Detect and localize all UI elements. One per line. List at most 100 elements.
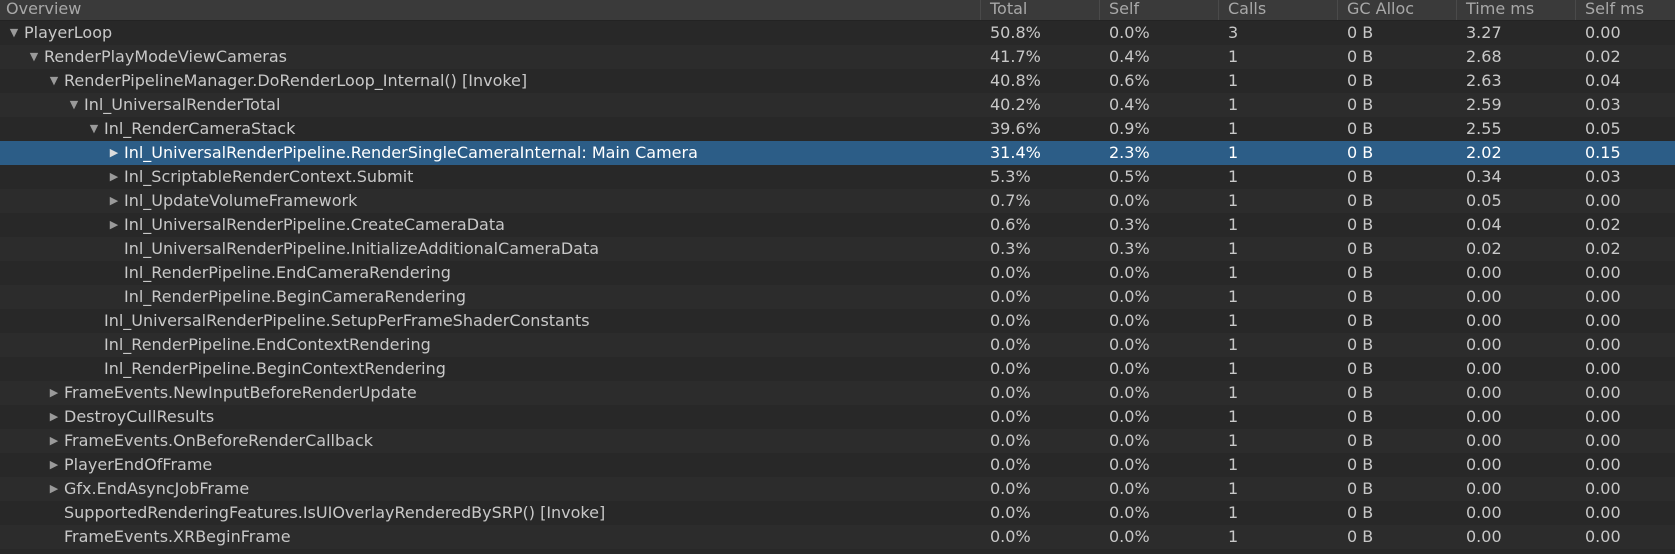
- row-label: Inl_UniversalRenderPipeline.RenderSingle…: [124, 143, 698, 162]
- table-row[interactable]: ▶ PlayerEndOfFrame 0.0% 0.0% 1 0 B 0.00 0.00: [0, 453, 1675, 477]
- table-row[interactable]: ▶Inl_UniversalRenderPipeline.SetupPerFra…: [0, 309, 1675, 333]
- self-ms-cell: 0.04: [1585, 71, 1621, 90]
- column-self-ms[interactable]: Self ms: [1575, 0, 1675, 20]
- table-row[interactable]: ▶ Inl_UniversalRenderPipeline.CreateCamer…: [0, 213, 1675, 237]
- column-overview[interactable]: Overview: [0, 0, 980, 20]
- column-gc-alloc-label: GC Alloc: [1347, 0, 1415, 18]
- table-row[interactable]: ▼ RenderPipelineManager.DoRenderLoop_Inte…: [0, 69, 1675, 93]
- table-row[interactable]: ▶ FrameEvents.OnBeforeRenderCallback 0.0% 0…: [0, 429, 1675, 453]
- calls-cell: 1: [1228, 215, 1239, 234]
- triangle-right-icon[interactable]: ▶: [104, 141, 124, 165]
- total-cell: 0.0%: [990, 527, 1031, 546]
- table-row[interactable]: ▶ Inl_UniversalRenderPipeline.RenderSingl…: [0, 141, 1675, 165]
- gc-alloc-cell: 0 B: [1347, 527, 1374, 546]
- time-ms-cell: 2.02: [1466, 143, 1502, 162]
- table-row[interactable]: ▶ Inl_UpdateVolumeFramework 0.7% 0.0% 1 0 B 0.…: [0, 189, 1675, 213]
- gc-alloc-cell: 0 B: [1347, 23, 1374, 42]
- time-ms-cell: 0.00: [1466, 287, 1502, 306]
- self-ms-cell: 0.03: [1585, 167, 1621, 186]
- triangle-down-icon[interactable]: ▼: [4, 21, 24, 45]
- self-ms-cell: 0.00: [1585, 23, 1621, 42]
- gc-alloc-cell: 0 B: [1347, 311, 1374, 330]
- time-ms-cell: 0.00: [1466, 407, 1502, 426]
- column-gc-alloc[interactable]: GC Alloc: [1337, 0, 1456, 20]
- gc-alloc-cell: 0 B: [1347, 455, 1374, 474]
- calls-cell: 1: [1228, 431, 1239, 450]
- total-cell: 0.0%: [990, 311, 1031, 330]
- column-time-ms[interactable]: Time ms: [1456, 0, 1575, 20]
- triangle-right-icon[interactable]: ▶: [44, 405, 64, 429]
- self-cell: 0.4%: [1109, 95, 1150, 114]
- row-label: Inl_UniversalRenderTotal: [84, 95, 281, 114]
- row-label: Gfx.EndAsyncJobFrame: [64, 479, 250, 498]
- triangle-right-icon[interactable]: ▶: [104, 213, 124, 237]
- total-cell: 50.8%: [990, 23, 1041, 42]
- total-cell: 0.0%: [990, 455, 1031, 474]
- gc-alloc-cell: 0 B: [1347, 431, 1374, 450]
- table-row[interactable]: ▶ DestroyCullResults 0.0% 0.0% 1 0 B 0.00 0.00: [0, 405, 1675, 429]
- table-row[interactable]: ▶ Inl_ScriptableRenderContext.Submit 5.3% 0…: [0, 165, 1675, 189]
- table-row[interactable]: ▼ Inl_UniversalRenderTotal 40.2% 0.4% 1 0 B 2.…: [0, 93, 1675, 117]
- row-label: Inl_RenderPipeline.EndCameraRendering: [124, 263, 451, 282]
- column-self[interactable]: Self: [1099, 0, 1218, 20]
- total-cell: 0.7%: [990, 191, 1031, 210]
- self-cell: 0.0%: [1109, 503, 1150, 522]
- triangle-down-icon[interactable]: ▼: [84, 117, 104, 141]
- column-total-label: Total: [990, 0, 1028, 18]
- self-cell: 0.0%: [1109, 527, 1150, 546]
- table-row[interactable]: ▶Inl_UniversalRenderPipeline.InitializeA…: [0, 237, 1675, 261]
- table-row[interactable]: ▼ PlayerLoop 50.8% 0.0% 3 0 B 3.27 0.00: [0, 21, 1675, 45]
- gc-alloc-cell: 0 B: [1347, 407, 1374, 426]
- self-cell: 0.0%: [1109, 359, 1150, 378]
- triangle-right-icon[interactable]: ▶: [44, 453, 64, 477]
- table-row[interactable]: ▶ Gfx.EndAsyncJobFrame 0.0% 0.0% 1 0 B 0.00 0.0…: [0, 477, 1675, 501]
- table-row[interactable]: ▶Inl_RenderPipeline.BeginContextRenderin…: [0, 357, 1675, 381]
- row-name-cell: ▶Inl_UniversalRenderPipeline.SetupPerFra…: [0, 309, 980, 333]
- table-row[interactable]: ▶Inl_RenderPipeline.EndContextRendering 0…: [0, 333, 1675, 357]
- total-cell: 0.0%: [990, 407, 1031, 426]
- total-cell: 0.0%: [990, 383, 1031, 402]
- self-cell: 0.0%: [1109, 311, 1150, 330]
- table-row[interactable]: ▼ RenderPlayModeViewCameras 41.7% 0.4% 1 0 B 2…: [0, 45, 1675, 69]
- gc-alloc-cell: 0 B: [1347, 191, 1374, 210]
- total-cell: 0.6%: [990, 215, 1031, 234]
- self-ms-cell: 0.03: [1585, 95, 1621, 114]
- table-row[interactable]: ▶Inl_RenderPipeline.EndCameraRendering 0.…: [0, 261, 1675, 285]
- table-row[interactable]: ▼ Inl_RenderCameraStack 39.6% 0.9% 1 0 B 2.55 0…: [0, 117, 1675, 141]
- calls-cell: 1: [1228, 263, 1239, 282]
- row-name-cell: ▶ PlayerEndOfFrame: [0, 453, 980, 477]
- self-ms-cell: 0.05: [1585, 119, 1621, 138]
- total-cell: 39.6%: [990, 119, 1041, 138]
- self-ms-cell: 0.00: [1585, 527, 1621, 546]
- self-ms-cell: 0.00: [1585, 287, 1621, 306]
- triangle-right-icon[interactable]: ▶: [44, 429, 64, 453]
- triangle-right-icon[interactable]: ▶: [44, 381, 64, 405]
- row-name-cell: ▶ Inl_UniversalRenderPipeline.CreateCamer…: [0, 213, 980, 237]
- self-cell: 0.0%: [1109, 479, 1150, 498]
- self-cell: 0.0%: [1109, 455, 1150, 474]
- triangle-right-icon[interactable]: ▶: [44, 477, 64, 501]
- self-ms-cell: 0.00: [1585, 359, 1621, 378]
- triangle-down-icon[interactable]: ▼: [24, 45, 44, 69]
- total-cell: 0.0%: [990, 287, 1031, 306]
- calls-cell: 1: [1228, 479, 1239, 498]
- table-row[interactable]: ▶ FrameEvents.NewInputBeforeRenderUpdate 0…: [0, 381, 1675, 405]
- triangle-down-icon[interactable]: ▼: [44, 69, 64, 93]
- column-calls[interactable]: Calls: [1218, 0, 1337, 20]
- time-ms-cell: 0.00: [1466, 311, 1502, 330]
- triangle-right-icon[interactable]: ▶: [104, 189, 124, 213]
- table-row[interactable]: ▶SupportedRenderingFeatures.IsUIOverlayR…: [0, 501, 1675, 525]
- self-ms-cell: 0.00: [1585, 335, 1621, 354]
- table-row[interactable]: ▶FrameEvents.XRBeginFrame 0.0% 0.0% 1 0 B 0.0…: [0, 525, 1675, 549]
- row-name-cell: ▼ RenderPipelineManager.DoRenderLoop_Inte…: [0, 69, 980, 93]
- table-row[interactable]: ▶Inl_RenderPipeline.BeginCameraRendering…: [0, 285, 1675, 309]
- row-name-cell: ▼ PlayerLoop: [0, 21, 980, 45]
- triangle-right-icon[interactable]: ▶: [104, 165, 124, 189]
- triangle-down-icon[interactable]: ▼: [64, 93, 84, 117]
- column-total[interactable]: Total: [980, 0, 1099, 20]
- self-ms-cell: 0.00: [1585, 311, 1621, 330]
- row-name-cell: ▶ Inl_UniversalRenderPipeline.RenderSingl…: [0, 141, 980, 165]
- time-ms-cell: 0.00: [1466, 503, 1502, 522]
- calls-cell: 1: [1228, 191, 1239, 210]
- self-cell: 0.9%: [1109, 119, 1150, 138]
